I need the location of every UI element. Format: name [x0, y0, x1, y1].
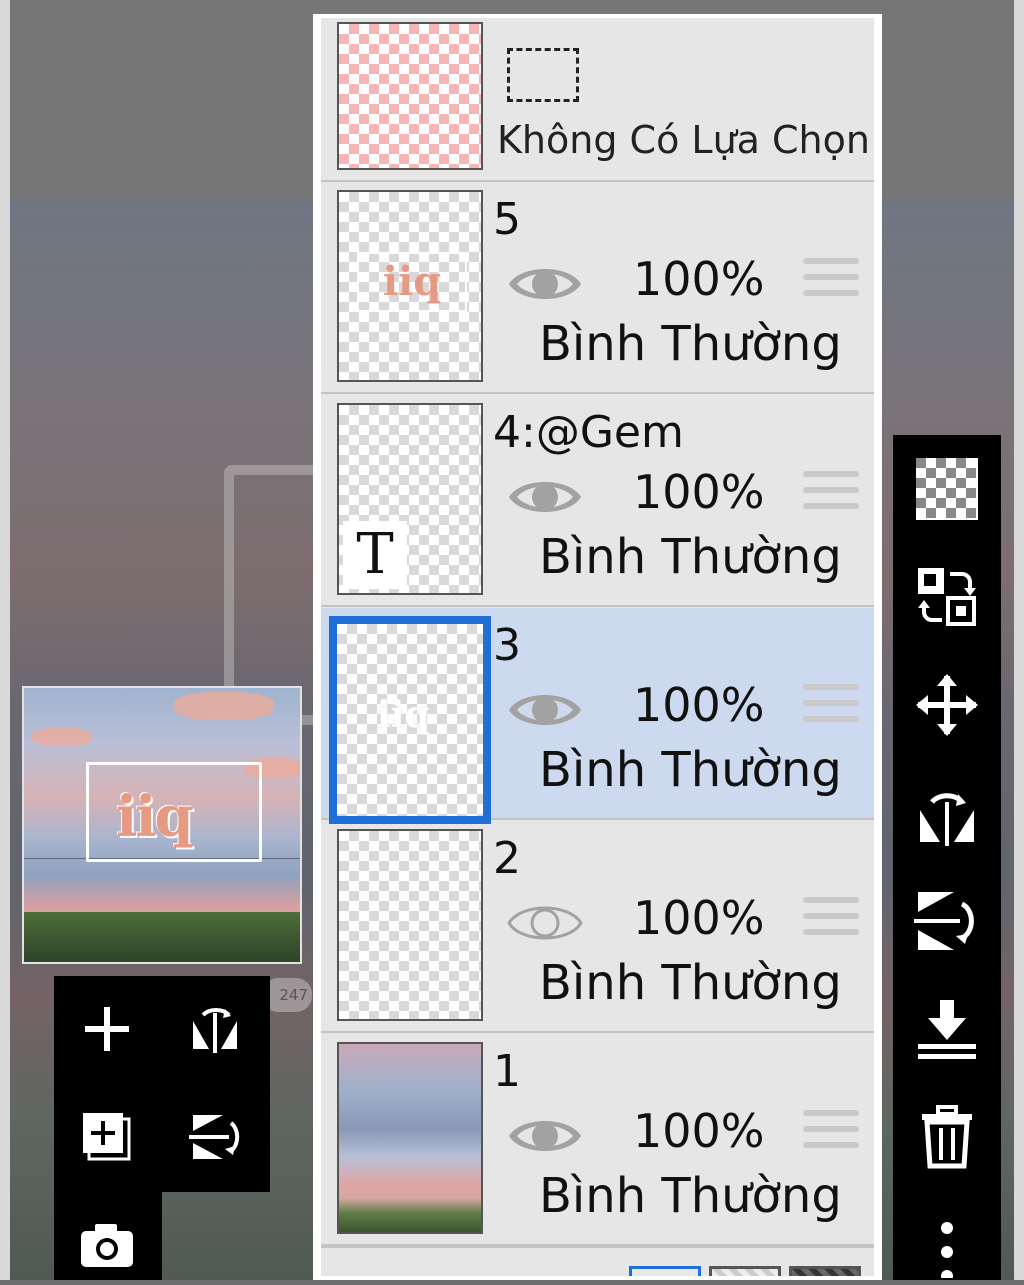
rotate-flip-horizontal-icon	[920, 793, 974, 846]
layer-name: 2	[493, 833, 521, 884]
layer-opacity[interactable]: 100%	[633, 465, 765, 519]
selection-layer-row[interactable]: Không Có Lựa Chọn	[321, 18, 874, 182]
selection-rect-icon	[507, 48, 579, 102]
eye-icon	[509, 1121, 581, 1151]
visibility-toggle[interactable]	[507, 893, 583, 953]
layer-opacity[interactable]: 100%	[633, 891, 765, 945]
add-layer-button[interactable]	[72, 1102, 142, 1172]
selection-thumbnail	[337, 22, 483, 170]
drag-handle-icon[interactable]	[803, 1110, 859, 1162]
transparency-icon	[916, 458, 978, 520]
delete-layer-button[interactable]	[907, 1097, 987, 1177]
layer-row-2[interactable]: 2 100% Bình Thường	[321, 821, 874, 1033]
visibility-toggle[interactable]	[507, 254, 583, 314]
move-icon	[916, 674, 978, 736]
eye-off-icon	[507, 906, 583, 940]
flip-horizontal-icon	[193, 1008, 237, 1053]
camera-button[interactable]	[72, 1210, 142, 1280]
layer-blend-mode[interactable]: Bình Thường	[539, 1168, 842, 1224]
preview-cloud	[32, 728, 92, 746]
right-edge	[1014, 0, 1024, 1280]
visibility-toggle[interactable]	[507, 1106, 583, 1166]
layer-opacity[interactable]: 100%	[633, 1104, 765, 1158]
background-swatch-plain[interactable]	[629, 1266, 701, 1276]
layer-blend-mode[interactable]: Bình Thường	[539, 316, 842, 372]
right-toolbar	[893, 435, 1001, 1280]
visibility-toggle[interactable]	[507, 467, 583, 527]
drag-handle-icon[interactable]	[803, 471, 859, 523]
layer-row-1[interactable]: 1 100% Bình Thường	[321, 1034, 874, 1246]
thumbnail-logo: iiq	[377, 694, 430, 736]
move-button[interactable]	[907, 665, 987, 745]
layer-row-4[interactable]: T 4:@Gem 100% Bình Thường	[321, 395, 874, 607]
layer-thumbnail	[337, 829, 483, 1021]
flip-horizontal-button[interactable]	[180, 994, 250, 1064]
photo-thumbnail-image	[339, 1044, 481, 1232]
left-edge	[0, 0, 10, 1280]
preview-cloud	[174, 692, 274, 720]
plus-icon	[85, 1007, 129, 1051]
rotate-flip-vertical-icon	[914, 892, 974, 950]
background-swatch-light-check[interactable]	[709, 1266, 781, 1276]
camera-icon	[81, 1224, 133, 1267]
layer-thumbnail: iiq	[329, 616, 491, 824]
preview-trees	[24, 912, 300, 962]
swap-layers-button[interactable]	[907, 557, 987, 637]
left-toolbar-extension	[54, 1192, 162, 1280]
drag-handle-icon[interactable]	[803, 258, 859, 310]
trash-icon	[922, 1105, 972, 1169]
background-swatch-dark-check[interactable]	[789, 1266, 861, 1276]
drag-handle-icon[interactable]	[803, 897, 859, 949]
merge-down-button[interactable]	[907, 989, 987, 1069]
layer-blend-mode[interactable]: Bình Thường	[539, 742, 842, 798]
merge-down-icon	[918, 1000, 976, 1059]
layer-name: 5	[493, 194, 521, 245]
add-layer-icon	[83, 1113, 131, 1161]
add-button[interactable]	[72, 994, 142, 1064]
layer-opacity[interactable]: 100%	[633, 678, 765, 732]
more-icon	[941, 1222, 953, 1278]
eye-icon	[509, 269, 581, 299]
layer-name: 3	[493, 620, 521, 671]
more-options-button[interactable]	[907, 1205, 987, 1285]
rotate-flip-vertical-button[interactable]	[907, 881, 987, 961]
background-swatch-bar	[321, 1246, 874, 1276]
canvas-preview[interactable]: iiq	[22, 686, 302, 964]
layer-row-3[interactable]: iiq 3 100% Bình Thường	[321, 608, 874, 824]
flip-vertical-icon	[189, 1115, 240, 1159]
layer-name: 4:@Gem	[493, 407, 684, 458]
swap-layers-icon	[918, 568, 976, 626]
layer-blend-mode[interactable]: Bình Thường	[539, 955, 842, 1011]
rotate-flip-horizontal-button[interactable]	[907, 773, 987, 853]
preview-logo-text: iiq	[116, 784, 194, 850]
layer-blend-mode[interactable]: Bình Thường	[539, 529, 842, 585]
visibility-toggle[interactable]	[507, 680, 583, 740]
layers-panel: Không Có Lựa Chọn iiq 5 100% Bình Thường…	[313, 14, 882, 1280]
layer-thumbnail: iiq	[337, 190, 483, 382]
left-toolbar	[54, 976, 270, 1192]
transparency-button[interactable]	[907, 449, 987, 529]
eye-icon	[509, 482, 581, 512]
layer-thumbnail: T	[337, 403, 483, 595]
drag-handle-icon[interactable]	[803, 684, 859, 736]
layer-name: 1	[493, 1046, 521, 1097]
layer-opacity[interactable]: 100%	[633, 252, 765, 306]
selection-label: Không Có Lựa Chọn	[497, 118, 870, 162]
text-layer-icon: T	[343, 521, 407, 589]
layer-row-5[interactable]: iiq 5 100% Bình Thường	[321, 182, 874, 394]
eye-icon	[509, 695, 581, 725]
layer-thumbnail	[337, 1042, 483, 1234]
thumbnail-logo: iiq	[357, 252, 467, 312]
flip-vertical-button[interactable]	[180, 1102, 250, 1172]
